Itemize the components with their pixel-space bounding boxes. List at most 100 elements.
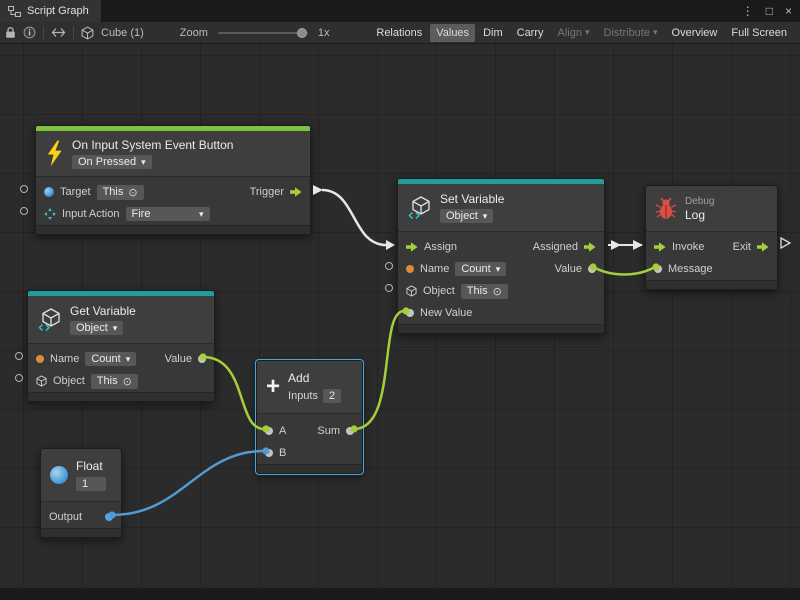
output-port[interactable] [105, 513, 113, 521]
new-value-input-port[interactable] [406, 309, 414, 317]
toolbar-button-carry[interactable]: Carry [511, 24, 550, 42]
node-footer [646, 280, 777, 289]
menu-icon[interactable]: ⋮ [742, 4, 754, 18]
name-label: Name [50, 353, 79, 365]
b-input-port[interactable] [265, 449, 273, 457]
object-this-chip[interactable]: This⊙ [461, 284, 508, 299]
invoke-row: Invoke Exit [646, 236, 777, 258]
close-icon[interactable]: × [785, 4, 792, 18]
node-category: Debug [685, 196, 714, 207]
toolbar-divider [73, 26, 74, 39]
a-label: A [279, 425, 286, 437]
graph-target-name[interactable]: Cube (1) [101, 27, 144, 39]
assign-input-port[interactable] [406, 242, 418, 252]
assigned-output-port[interactable] [584, 242, 596, 252]
output-label: Output [49, 511, 82, 523]
variable-cube-icon [407, 195, 432, 220]
node-add[interactable]: + Add Inputs 2 A Sum [256, 360, 363, 474]
name-input-port[interactable] [36, 355, 44, 363]
object-this-chip[interactable]: This⊙ [91, 374, 138, 389]
node-set-variable[interactable]: Set Variable Object▾ Assign Assigned [397, 178, 605, 334]
input-action-dropdown[interactable]: Fire▾ [126, 207, 210, 221]
value-label: Value [555, 263, 582, 275]
assigned-label: Assigned [533, 241, 578, 253]
toolbar-button-relations[interactable]: Relations [370, 24, 428, 42]
inputs-count-input[interactable]: 2 [323, 389, 341, 403]
flow-arrow [633, 240, 643, 250]
node-title: Add [288, 371, 309, 385]
toolbar-button-values[interactable]: Values [430, 24, 475, 42]
variable-name-dropdown[interactable]: Count▾ [85, 352, 136, 366]
variable-scope-dropdown[interactable]: Object▾ [440, 209, 493, 223]
name-label: Name [420, 263, 449, 275]
lock-icon[interactable] [5, 26, 16, 39]
a-row: A Sum [257, 420, 362, 442]
variable-name-dropdown[interactable]: Count▾ [455, 262, 506, 276]
node-title: Set Variable [440, 192, 504, 206]
assign-label: Assign [424, 241, 457, 253]
sum-output-port[interactable] [346, 427, 354, 435]
toolbar-button-overview[interactable]: Overview [666, 24, 724, 42]
input-action-icon [44, 208, 56, 220]
target-picker-icon: ⊙ [123, 375, 132, 388]
node-get-variable[interactable]: Get Variable Object▾ Name Count▾ Value [27, 290, 215, 402]
flow-arrow [611, 240, 621, 250]
graph-toolbar: Cube (1) Zoom 1x Relations Values Dim Ca… [0, 22, 800, 44]
connection-output-b[interactable] [112, 451, 264, 515]
b-label: B [279, 447, 286, 459]
maximize-icon[interactable]: □ [766, 4, 773, 18]
chevron-down-icon: ▾ [653, 28, 658, 37]
chevron-down-icon: ▾ [126, 355, 131, 364]
zoom-slider[interactable] [218, 32, 308, 34]
collapse-expand-icon[interactable] [51, 27, 66, 38]
message-input-port[interactable] [654, 265, 662, 273]
trigger-output-port[interactable] [290, 187, 302, 197]
exit-output-port[interactable] [757, 242, 769, 252]
plus-icon: + [266, 377, 280, 397]
invoke-input-port[interactable] [654, 242, 666, 252]
value-label: Value [165, 353, 192, 365]
tab-script-graph[interactable]: Script Graph [0, 0, 101, 22]
name-input-port[interactable] [406, 265, 414, 273]
toolbar-button-distribute[interactable]: Distribute▾ [598, 24, 664, 42]
connection-trigger-assign[interactable] [322, 190, 386, 245]
toolbar-button-fullscreen[interactable]: Full Screen [725, 24, 793, 42]
object-cube-icon [406, 285, 417, 297]
toolbar-button-dim[interactable]: Dim [477, 24, 509, 42]
set-variable-object-port[interactable] [385, 284, 393, 292]
event-mode-dropdown[interactable]: On Pressed▾ [72, 155, 152, 169]
target-label: Target [60, 186, 91, 198]
message-row: Message [646, 258, 777, 280]
toolbar-buttons: Relations Values Dim Carry Align▾ Distri… [370, 24, 795, 42]
target-this-chip[interactable]: This⊙ [97, 185, 144, 200]
event-target-row: Target This⊙ Trigger [36, 181, 310, 203]
get-variable-object-port[interactable] [15, 374, 23, 382]
object-cube-icon [36, 375, 47, 387]
a-input-port[interactable] [265, 427, 273, 435]
node-float[interactable]: Float 1 Output [40, 448, 122, 538]
new-value-row: New Value [398, 302, 604, 324]
zoom-slider-handle[interactable] [297, 28, 307, 38]
flow-arrow [386, 240, 395, 250]
value-output-port[interactable] [198, 355, 206, 363]
float-value-input[interactable]: 1 [76, 477, 106, 491]
node-on-input-system-event-button[interactable]: On Input System Event Button On Pressed▾… [35, 125, 311, 235]
exit-label: Exit [733, 241, 751, 253]
variable-scope-dropdown[interactable]: Object▾ [70, 321, 123, 335]
assign-row: Assign Assigned [398, 236, 604, 258]
chevron-down-icon: ▾ [483, 212, 488, 221]
toolbar-button-align[interactable]: Align▾ [552, 24, 596, 42]
info-icon[interactable] [23, 26, 36, 39]
node-title: Log [685, 208, 705, 222]
event-input-action-port[interactable] [20, 207, 28, 215]
chevron-down-icon: ▾ [585, 28, 590, 37]
get-variable-name-port[interactable] [15, 352, 23, 360]
set-variable-name-port[interactable] [385, 262, 393, 270]
graph-canvas[interactable]: On Input System Event Button On Pressed▾… [0, 44, 800, 588]
node-footer [28, 392, 214, 401]
exit-port-arrow[interactable] [781, 238, 790, 248]
object-row: Object This⊙ [28, 370, 214, 392]
node-debug-log[interactable]: Debug Log Invoke Exit Message [645, 185, 778, 290]
event-target-port[interactable] [20, 185, 28, 193]
value-output-port[interactable] [588, 265, 596, 273]
